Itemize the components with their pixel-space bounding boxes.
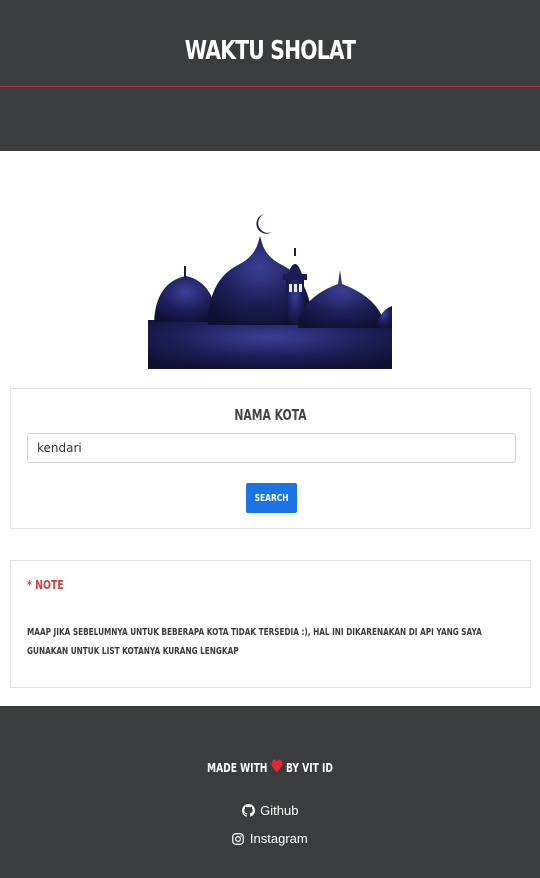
instagram-icon xyxy=(232,833,245,845)
search-button[interactable]: Search xyxy=(246,483,297,513)
github-link[interactable]: Github xyxy=(0,803,540,818)
made-with-text: Made with xyxy=(207,761,268,775)
instagram-link-label: Instagram xyxy=(249,831,308,846)
search-card: Nama Kota Search xyxy=(10,388,531,529)
heart-icon xyxy=(271,759,283,773)
note-card: * Note Maap jika sebelumnya untuk bebera… xyxy=(10,560,531,688)
header-divider xyxy=(0,86,540,87)
page-title: Waktu Sholat xyxy=(184,36,356,66)
city-input[interactable] xyxy=(27,433,516,463)
credit-line: Made with by Vit ID xyxy=(65,759,475,775)
note-title: * Note xyxy=(27,578,64,592)
mosque-illustration xyxy=(148,214,392,369)
instagram-link[interactable]: Instagram xyxy=(0,831,540,846)
author-text: by Vit ID xyxy=(285,761,333,775)
note-text: Maap jika sebelumnya untuk beberapa kota… xyxy=(27,627,482,657)
github-icon xyxy=(241,804,255,817)
site-header: Waktu Sholat xyxy=(0,0,540,151)
site-footer: Made with by Vit ID Github Instagram xyxy=(0,706,540,878)
search-card-title: Nama Kota xyxy=(234,406,307,424)
search-button-label: Search xyxy=(254,492,289,504)
github-link-label: Github xyxy=(260,803,299,818)
